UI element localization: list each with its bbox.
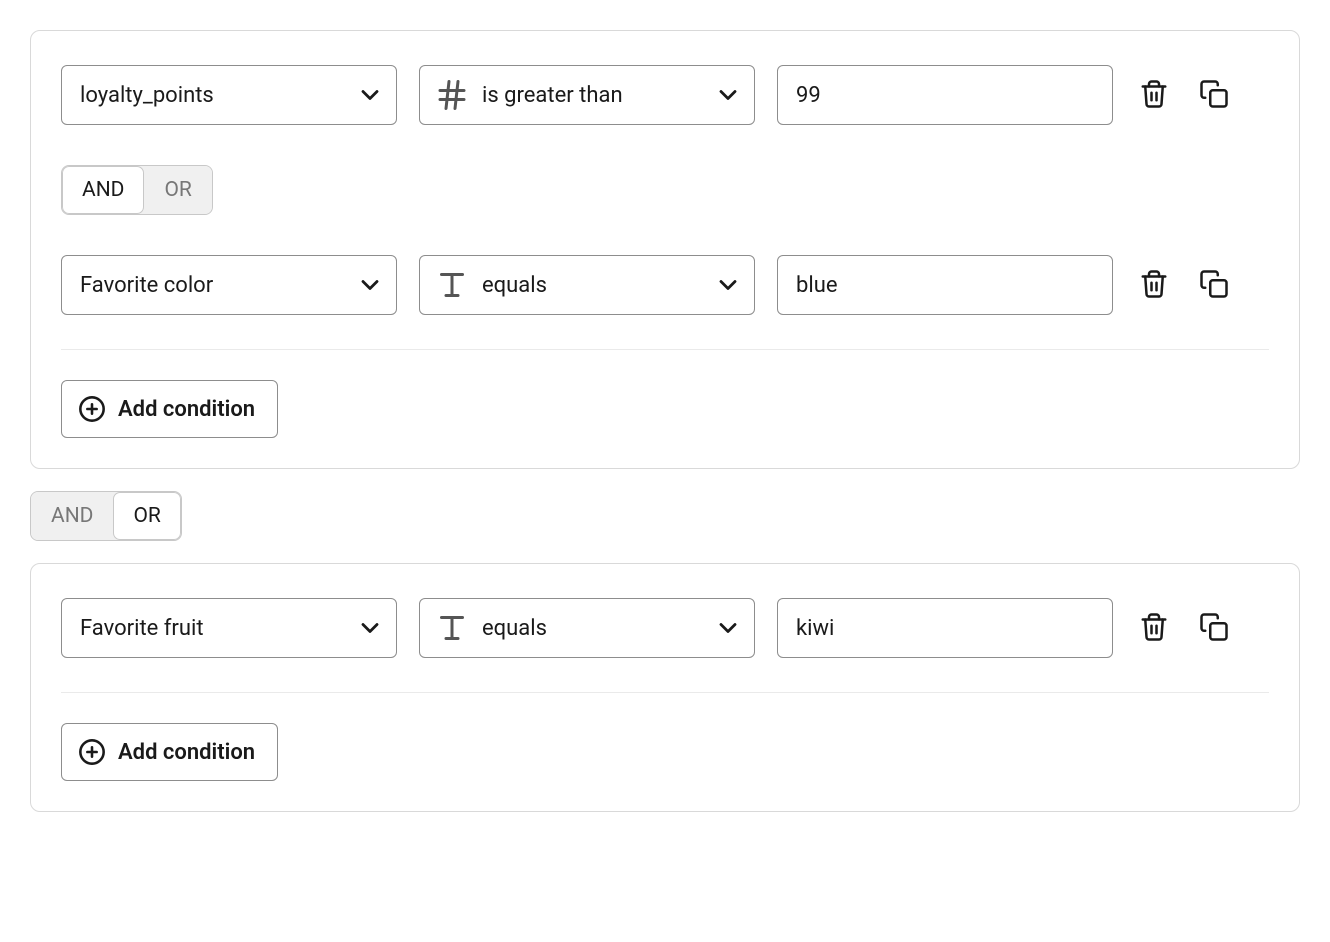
- condition-connector: AND OR: [61, 165, 1269, 215]
- operator-select[interactable]: is greater than: [419, 65, 755, 125]
- condition-row: loyalty_points is greater than: [61, 65, 1269, 125]
- condition-group: loyalty_points is greater than: [30, 30, 1300, 469]
- operator-select-value: equals: [482, 616, 547, 641]
- condition-row: Favorite fruit equals: [61, 598, 1269, 658]
- operator-select[interactable]: equals: [419, 255, 755, 315]
- condition-actions: [1135, 265, 1233, 306]
- value-input[interactable]: [777, 255, 1113, 315]
- text-icon: [434, 610, 470, 646]
- copy-icon: [1199, 612, 1229, 645]
- add-condition-button[interactable]: Add condition: [61, 723, 278, 781]
- trash-icon: [1139, 269, 1169, 302]
- and-option[interactable]: AND: [31, 492, 113, 540]
- delete-button[interactable]: [1135, 608, 1173, 649]
- field-select-value: loyalty_points: [80, 83, 214, 108]
- or-option[interactable]: OR: [144, 166, 211, 214]
- trash-icon: [1139, 79, 1169, 112]
- condition-row: Favorite color equals: [61, 255, 1269, 315]
- field-select-value: Favorite fruit: [80, 616, 204, 641]
- field-select[interactable]: Favorite fruit: [61, 598, 397, 658]
- operator-select-value: is greater than: [482, 83, 623, 108]
- divider: [61, 349, 1269, 350]
- condition-actions: [1135, 75, 1233, 116]
- chevron-down-icon: [714, 271, 742, 299]
- delete-button[interactable]: [1135, 265, 1173, 306]
- and-or-toggle: AND OR: [61, 165, 213, 215]
- trash-icon: [1139, 612, 1169, 645]
- chevron-down-icon: [714, 614, 742, 642]
- condition-group: Favorite fruit equals: [30, 563, 1300, 812]
- duplicate-button[interactable]: [1195, 608, 1233, 649]
- plus-circle-icon: [78, 738, 106, 766]
- and-option[interactable]: AND: [62, 166, 144, 214]
- add-condition-label: Add condition: [118, 397, 255, 422]
- and-or-toggle: AND OR: [30, 491, 182, 541]
- copy-icon: [1199, 79, 1229, 112]
- field-select[interactable]: loyalty_points: [61, 65, 397, 125]
- add-condition-button[interactable]: Add condition: [61, 380, 278, 438]
- number-icon: [434, 77, 470, 113]
- plus-circle-icon: [78, 395, 106, 423]
- delete-button[interactable]: [1135, 75, 1173, 116]
- group-connector: AND OR: [30, 491, 1300, 541]
- operator-select[interactable]: equals: [419, 598, 755, 658]
- chevron-down-icon: [356, 271, 384, 299]
- value-input[interactable]: [777, 65, 1113, 125]
- or-option[interactable]: OR: [113, 492, 180, 540]
- operator-select-value: equals: [482, 273, 547, 298]
- condition-actions: [1135, 608, 1233, 649]
- value-input[interactable]: [777, 598, 1113, 658]
- copy-icon: [1199, 269, 1229, 302]
- chevron-down-icon: [714, 81, 742, 109]
- add-condition-label: Add condition: [118, 740, 255, 765]
- duplicate-button[interactable]: [1195, 265, 1233, 306]
- field-select[interactable]: Favorite color: [61, 255, 397, 315]
- chevron-down-icon: [356, 614, 384, 642]
- duplicate-button[interactable]: [1195, 75, 1233, 116]
- chevron-down-icon: [356, 81, 384, 109]
- divider: [61, 692, 1269, 693]
- text-icon: [434, 267, 470, 303]
- field-select-value: Favorite color: [80, 273, 213, 298]
